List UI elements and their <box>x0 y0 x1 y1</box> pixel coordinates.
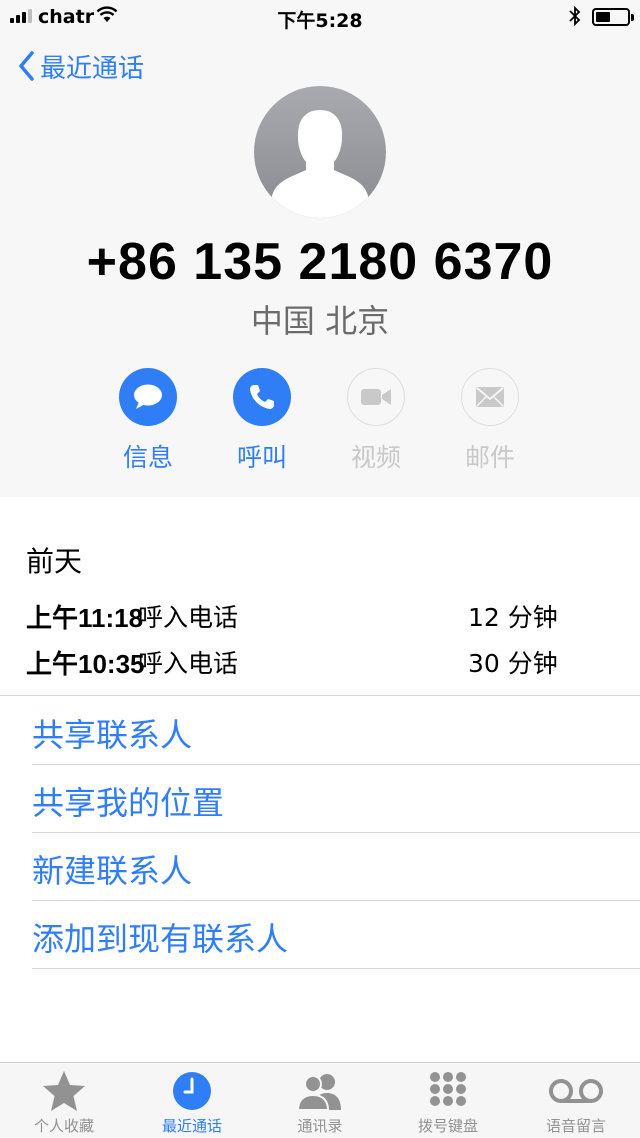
call-time: 上午10:35 <box>26 649 145 679</box>
star-icon <box>43 1071 85 1111</box>
call-action-label: 呼叫 <box>236 443 287 472</box>
call-type: 呼入电话 <box>138 603 239 632</box>
contacts-icon <box>296 1074 341 1110</box>
tab-label: 语音留言 <box>545 1117 606 1135</box>
bluetooth-icon <box>569 5 581 31</box>
phone-icon <box>250 385 274 409</box>
call-type: 呼入电话 <box>138 649 239 678</box>
mail-action-label: 邮件 <box>464 443 515 472</box>
message-action-button[interactable]: 信息 <box>108 368 188 474</box>
tab-contacts[interactable]: 通讯录 <box>256 1063 384 1138</box>
battery-icon <box>592 8 634 26</box>
divider <box>0 695 640 696</box>
call-history-row: 上午10:35 呼入电话 30 分钟 <box>26 644 606 684</box>
tab-label: 最近通话 <box>161 1117 222 1135</box>
contact-avatar <box>254 86 386 218</box>
share-contact-button[interactable]: 共享联系人 <box>32 710 192 756</box>
back-button[interactable]: 最近通话 <box>18 46 144 86</box>
divider <box>32 900 640 901</box>
message-action-label: 信息 <box>122 443 173 472</box>
new-contact-button[interactable]: 新建联系人 <box>32 846 192 892</box>
person-silhouette-icon <box>272 110 368 218</box>
call-duration: 30 分钟 <box>468 649 558 678</box>
tab-favorites[interactable]: 个人收藏 <box>0 1063 128 1138</box>
add-to-existing-contact-button[interactable]: 添加到现有联系人 <box>32 914 288 960</box>
mail-action-button: 邮件 <box>450 368 530 474</box>
tab-recents[interactable]: 最近通话 <box>128 1063 256 1138</box>
tab-label: 个人收藏 <box>33 1117 94 1135</box>
tab-keypad[interactable]: 拨号键盘 <box>384 1063 512 1138</box>
contact-phone-number[interactable]: +86 135 2180 6370 <box>0 232 640 292</box>
call-time: 上午11:18 <box>26 603 144 633</box>
call-action-button[interactable]: 呼叫 <box>222 368 302 474</box>
call-history-row: 上午11:18 呼入电话 12 分钟 <box>26 598 606 638</box>
tab-voicemail[interactable]: 语音留言 <box>512 1063 640 1138</box>
chevron-left-icon <box>19 51 34 81</box>
mail-icon <box>476 387 504 407</box>
divider <box>32 832 640 833</box>
divider <box>32 764 640 765</box>
voicemail-icon <box>549 1079 603 1103</box>
video-action-button: 视频 <box>336 368 416 474</box>
clock-icon <box>173 1072 211 1110</box>
divider <box>32 968 640 969</box>
tab-label: 通讯录 <box>297 1117 343 1135</box>
back-button-label: 最近通话 <box>40 53 145 84</box>
call-history-day: 前天 <box>26 545 83 578</box>
status-time: 下午5:28 <box>277 10 363 32</box>
keypad-icon <box>430 1072 466 1106</box>
tab-bar: 个人收藏 最近通话 通讯录 拨号键盘 语音留言 <box>0 1062 640 1138</box>
tab-label: 拨号键盘 <box>417 1117 478 1135</box>
status-bar: chatr 下午5:28 <box>0 0 640 34</box>
message-icon <box>134 384 162 409</box>
video-action-label: 视频 <box>350 443 401 472</box>
share-location-button[interactable]: 共享我的位置 <box>32 778 224 824</box>
video-icon <box>361 389 391 405</box>
call-duration: 12 分钟 <box>468 603 558 632</box>
contact-location: 中国 北京 <box>250 302 390 340</box>
